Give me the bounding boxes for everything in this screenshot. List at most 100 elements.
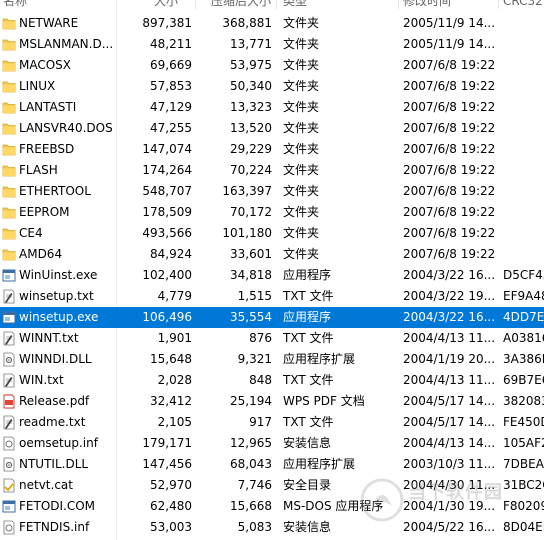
column-separator[interactable] xyxy=(195,0,196,9)
file-row[interactable]: winsetup.txt 4,779 1,515 TXT 文件 2004/3/22 19… xyxy=(0,286,544,307)
file-modified: 2007/6/8 19:22 xyxy=(403,100,495,114)
file-row[interactable]: Release.pdf 32,412 25,194 WPS PDF 文档 2004/5/… xyxy=(0,391,544,412)
file-type: 文件夹 xyxy=(283,16,320,30)
file-modified: 2004/5/17 14... xyxy=(403,415,495,429)
file-type: 文件夹 xyxy=(283,226,320,240)
file-type: WPS PDF 文档 xyxy=(283,394,365,408)
file-modified: 2007/6/8 19:22 xyxy=(403,163,495,177)
file-crc: 382083 xyxy=(503,394,544,408)
file-type: 应用程序 xyxy=(283,310,332,324)
file-row[interactable]: ETHERTOOL 548,707 163,397 文件夹 2007/6/8 19:22 xyxy=(0,181,544,202)
folder-icon xyxy=(2,165,16,177)
file-row[interactable]: WIN.txt 2,028 848 TXT 文件 2004/4/13 11... 69B7… xyxy=(0,370,544,391)
file-crc: F80209 xyxy=(503,499,544,513)
column-header-packed[interactable]: 压缩后大小 xyxy=(211,0,271,9)
file-row[interactable]: WINNT.txt 1,901 876 TXT 文件 2004/4/13 11... A0… xyxy=(0,328,544,349)
inf-icon xyxy=(3,436,15,451)
file-size: 47,255 xyxy=(150,121,192,135)
file-row[interactable]: NETWARE 897,381 368,881 文件夹 2005/11/9 14... xyxy=(0,13,544,34)
file-name: WINNDI.DLL xyxy=(19,352,92,366)
file-row[interactable]: MSLANMAN.D... 48,211 13,771 文件夹 2005/11/9 14… xyxy=(0,34,544,55)
file-row[interactable]: FETNDIS.inf 53,003 5,083 安装信息 2004/5/22 16..… xyxy=(0,517,544,538)
file-crc: A03816 xyxy=(503,331,544,345)
file-row[interactable]: WINNDI.DLL 15,648 9,321 应用程序扩展 2004/1/19 20.… xyxy=(0,349,544,370)
file-name: NETWARE xyxy=(19,16,79,30)
folder-icon xyxy=(2,123,16,135)
file-type: 应用程序 xyxy=(283,268,332,282)
file-size: 47,129 xyxy=(150,100,192,114)
file-type: 文件夹 xyxy=(283,142,320,156)
file-crc xyxy=(503,223,544,244)
file-row[interactable]: WinUinst.exe 102,400 34,818 应用程序 2004/3/22 1… xyxy=(0,265,544,286)
file-row[interactable]: LINUX 57,853 50,340 文件夹 2007/6/8 19:22 xyxy=(0,76,544,97)
file-row[interactable]: AMD64 84,924 33,601 文件夹 2007/6/8 19:22 xyxy=(0,244,544,265)
file-size: 147,074 xyxy=(142,142,192,156)
file-modified: 2004/4/13 14... xyxy=(403,436,495,450)
file-crc xyxy=(503,181,544,202)
file-modified: 2004/1/19 20... xyxy=(403,352,495,366)
file-crc xyxy=(503,202,544,223)
file-packed-size: 7,746 xyxy=(237,478,272,492)
column-header-type[interactable]: 类型 xyxy=(283,0,307,9)
file-row[interactable]: netvt.cat 52,970 7,746 安全目录 2004/4/30 11... 3… xyxy=(0,475,544,496)
file-crc: 7DBEA2 xyxy=(503,457,544,471)
dll-icon xyxy=(3,457,15,472)
file-name: Release.pdf xyxy=(19,394,90,408)
file-size: 1,901 xyxy=(157,331,192,345)
file-row[interactable]: winsetup.exe 106,496 35,554 应用程序 2004/3/22 1… xyxy=(0,307,544,328)
file-modified: 2005/11/9 14... xyxy=(403,37,495,51)
file-name: netvt.cat xyxy=(19,478,73,492)
file-name: AMD64 xyxy=(19,247,63,261)
column-header: 名称 大小 压缩后大小 类型 修改时间 CRC32 xyxy=(0,0,544,9)
column-header-modified[interactable]: 修改时间 xyxy=(403,0,451,9)
file-packed-size: 68,043 xyxy=(230,457,272,471)
file-name: ETHERTOOL xyxy=(19,184,91,198)
file-size: 102,400 xyxy=(142,268,192,282)
file-type: 应用程序扩展 xyxy=(283,457,356,471)
file-row[interactable]: oemsetup.inf 179,171 12,965 安装信息 2004/4/13 1… xyxy=(0,433,544,454)
file-type: TXT 文件 xyxy=(283,415,334,429)
file-row[interactable]: NTUTIL.DLL 147,456 68,043 应用程序扩展 2003/10/3 1… xyxy=(0,454,544,475)
txt-icon xyxy=(3,415,15,430)
file-crc: D5CF43 xyxy=(503,268,544,282)
file-row[interactable]: readme.txt 2,105 917 TXT 文件 2004/5/17 14... F… xyxy=(0,412,544,433)
file-type: MS-DOS 应用程序 xyxy=(283,499,384,513)
column-header-name[interactable]: 名称 xyxy=(3,0,27,9)
file-row[interactable]: EEPROM 178,509 70,172 文件夹 2007/6/8 19:22 xyxy=(0,202,544,223)
file-packed-size: 13,323 xyxy=(230,100,272,114)
file-list: NETWARE 897,381 368,881 文件夹 2005/11/9 14... M… xyxy=(0,13,544,538)
file-packed-size: 163,397 xyxy=(222,184,272,198)
column-separator[interactable] xyxy=(398,0,399,9)
folder-icon xyxy=(2,39,16,51)
file-packed-size: 368,881 xyxy=(222,16,272,30)
file-type: TXT 文件 xyxy=(283,373,334,387)
column-header-crc[interactable]: CRC32 xyxy=(503,0,543,9)
file-row[interactable]: MACOSX 69,669 53,975 文件夹 2007/6/8 19:22 xyxy=(0,55,544,76)
file-packed-size: 101,180 xyxy=(222,226,272,240)
file-packed-size: 13,771 xyxy=(230,37,272,51)
file-name: oemsetup.inf xyxy=(19,436,98,450)
file-name: LINUX xyxy=(19,79,56,93)
file-packed-size: 848 xyxy=(249,373,272,387)
column-header-size[interactable]: 大小 xyxy=(154,0,178,9)
file-row[interactable]: FLASH 174,264 70,224 文件夹 2007/6/8 19:22 xyxy=(0,160,544,181)
column-separator[interactable] xyxy=(276,0,277,9)
file-crc xyxy=(503,34,544,55)
file-packed-size: 35,554 xyxy=(230,310,272,324)
file-type: 文件夹 xyxy=(283,100,320,114)
folder-icon xyxy=(2,249,16,261)
file-row[interactable]: LANSVR40.DOS 47,255 13,520 文件夹 2007/6/8 19:2… xyxy=(0,118,544,139)
file-row[interactable]: CE4 493,566 101,180 文件夹 2007/6/8 19:22 xyxy=(0,223,544,244)
file-size: 84,924 xyxy=(150,247,192,261)
file-modified: 2004/4/13 11... xyxy=(403,331,495,345)
file-size: 178,509 xyxy=(142,205,192,219)
file-row[interactable]: LANTASTI 47,129 13,323 文件夹 2007/6/8 19:22 xyxy=(0,97,544,118)
file-row[interactable]: FETODI.COM 62,480 15,668 MS-DOS 应用程序 2004/1/… xyxy=(0,496,544,517)
file-crc: 105AF2 xyxy=(503,436,544,450)
file-row[interactable]: FREEBSD 147,074 29,229 文件夹 2007/6/8 19:22 xyxy=(0,139,544,160)
file-size: 106,496 xyxy=(142,310,192,324)
file-type: 应用程序扩展 xyxy=(283,352,356,366)
folder-icon xyxy=(2,207,16,219)
file-modified: 2004/4/13 11... xyxy=(403,373,495,387)
column-separator[interactable] xyxy=(498,0,499,9)
